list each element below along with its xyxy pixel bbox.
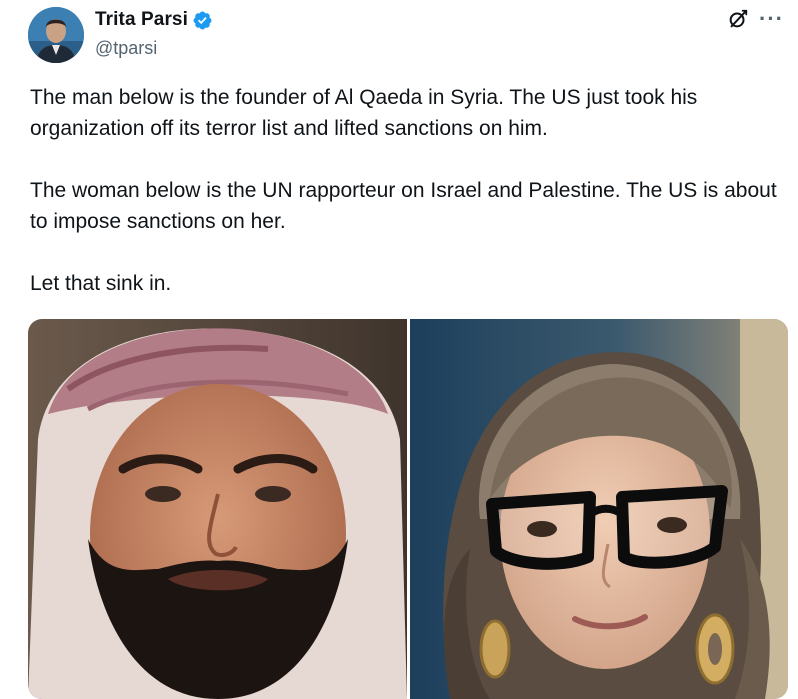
media-image-1[interactable] [28, 319, 407, 699]
author-handle[interactable]: @tparsi [95, 38, 213, 59]
tweet-paragraph: The woman below is the UN rapporteur on … [30, 179, 777, 233]
tweet-actions: ··· [727, 8, 784, 30]
author-name[interactable]: Trita Parsi [95, 9, 188, 31]
profile-photo-icon [28, 7, 84, 63]
author-info: Trita Parsi @tparsi [95, 8, 213, 59]
man-in-headscarf-photo [28, 319, 407, 699]
tweet-paragraph: Let that sink in. [30, 272, 172, 295]
more-options-icon[interactable]: ··· [759, 8, 784, 30]
woman-with-glasses-photo [410, 319, 788, 699]
avatar[interactable] [28, 7, 84, 63]
grok-icon[interactable] [727, 8, 749, 30]
tweet-text: The man below is the founder of Al Qaeda… [30, 82, 790, 330]
tweet: Trita Parsi @tparsi ··· The man below is… [0, 0, 798, 699]
media-image-2[interactable] [410, 319, 788, 699]
verified-badge-icon [193, 11, 212, 29]
tweet-paragraph: The man below is the founder of Al Qaeda… [30, 86, 698, 140]
media-grid [28, 319, 788, 699]
